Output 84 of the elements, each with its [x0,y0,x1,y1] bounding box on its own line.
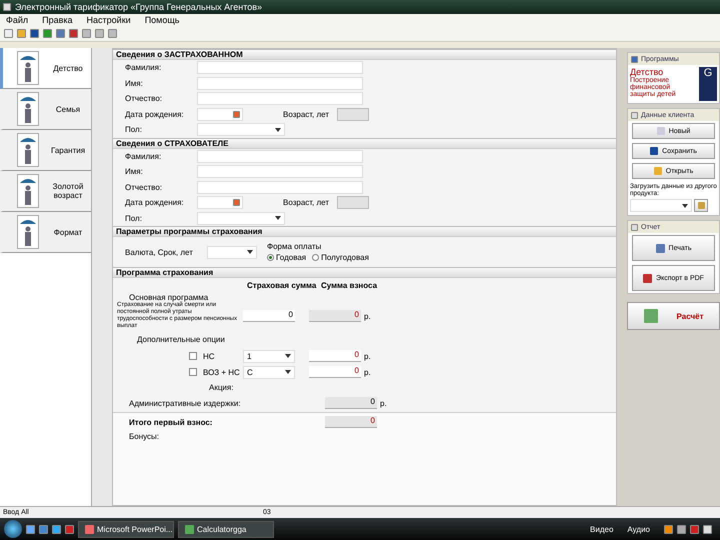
field-label: Пол: [125,214,143,223]
calculate-button[interactable]: Расчёт [627,302,720,330]
total-label: Итого первый взнос: [129,418,214,426]
field-label: Имя: [125,167,144,176]
taskbar-window[interactable]: Microsoft PowerPoi... [78,520,174,538]
currency-unit: р. [380,398,387,408]
caret-icon [275,128,281,132]
caret-icon [285,354,291,358]
dropdown[interactable] [207,246,257,258]
age-field [337,108,369,121]
currency-unit: р. [364,312,371,320]
tray-label[interactable]: Аудио [627,524,650,534]
date-field[interactable] [197,108,243,121]
premium-value: 0 [309,366,361,378]
field-label: Отчество: [125,94,163,104]
column-header: Сумма взноса [321,280,378,290]
group-label: Основная программа [129,292,208,302]
product-tab[interactable]: Семья [0,89,91,130]
menu-item[interactable]: Файл [6,15,28,25]
premium-value: 0 [309,350,361,362]
option-checkbox[interactable]: ВОЗ + НС [189,368,243,376]
dropdown[interactable] [630,199,692,212]
section-header: Сведения о СТРАХОВАТЕЛЕ [113,138,616,148]
field-label: Форма оплаты [267,242,322,251]
field-label: Отчество: [125,182,163,192]
age-field [337,196,369,210]
tray-label[interactable]: Видео [590,524,614,534]
section-header: Параметры программы страхования [113,226,616,237]
umbrella-figure-icon [17,133,39,167]
section-header: Программа страхования [113,267,616,278]
dropdown[interactable]: 1 [243,350,295,362]
caret-icon [285,370,291,374]
umbrella-figure-icon [17,92,39,126]
dropdown[interactable]: С [243,366,295,378]
field-label: Возраст, лет [283,110,330,119]
field-label: Фамилия: [125,152,162,161]
menu-item[interactable]: Правка [42,15,73,25]
caret-icon [247,250,253,254]
currency-unit: р. [364,368,371,376]
radio-option[interactable]: Полугодовая [312,253,369,262]
program-name: Детство [630,67,664,77]
column-header: Страховая сумма [247,280,318,290]
product-tab[interactable]: Детство [0,48,91,89]
field-label: Имя: [125,78,144,88]
umbrella-figure-icon [17,174,39,208]
currency-unit: р. [364,352,371,360]
total-value: 0 [325,416,377,428]
caret-icon [275,216,281,220]
menu-item[interactable]: Настройки [86,15,131,25]
field-label: Бонусы: [129,432,159,440]
field-label: Фамилия: [125,63,162,72]
menu-item[interactable]: Помощь [144,15,180,25]
field-label: Пол: [125,125,143,134]
caret-icon [682,204,688,208]
date-field[interactable] [197,196,243,210]
umbrella-figure-icon [17,51,39,85]
group-label: Дополнительные опции [137,334,225,344]
text-field[interactable] [197,92,363,106]
radio-option[interactable]: Годовая [267,253,306,262]
field-label: Дата рождения: [125,110,185,119]
field-label: Дата рождения: [125,198,185,208]
start-button[interactable] [4,520,22,538]
premium-value: 0 [309,310,361,322]
umbrella-figure-icon [17,215,39,249]
text-field[interactable] [197,165,363,178]
sum-field[interactable]: 0 [243,310,295,322]
field-label: Возраст, лет [283,198,330,208]
option-checkbox[interactable]: НС [189,352,243,360]
load-button[interactable] [694,199,708,212]
company-logo: G [699,67,717,101]
field-label: Валюта, Срок, лет [125,248,194,256]
text-field[interactable] [197,61,363,74]
taskbar-window[interactable]: Calculatorgga [178,520,274,538]
product-tab[interactable]: Формат [0,212,91,253]
product-tab[interactable]: Гарантия [0,130,91,171]
text-field[interactable] [197,150,363,163]
field-label: Административные издержки: [129,398,242,408]
field-label: Акция: [209,382,234,392]
window-title: Электронный тарификатор «Группа Генеральных Агентов» [15,2,262,12]
product-tab[interactable]: Золотой возраст [0,171,91,212]
section-header: Сведения о ЗАСТРАХОВАННОМ [113,49,616,60]
text-field[interactable] [197,76,363,90]
text-field[interactable] [197,180,363,194]
premium-value: 0 [325,397,377,409]
